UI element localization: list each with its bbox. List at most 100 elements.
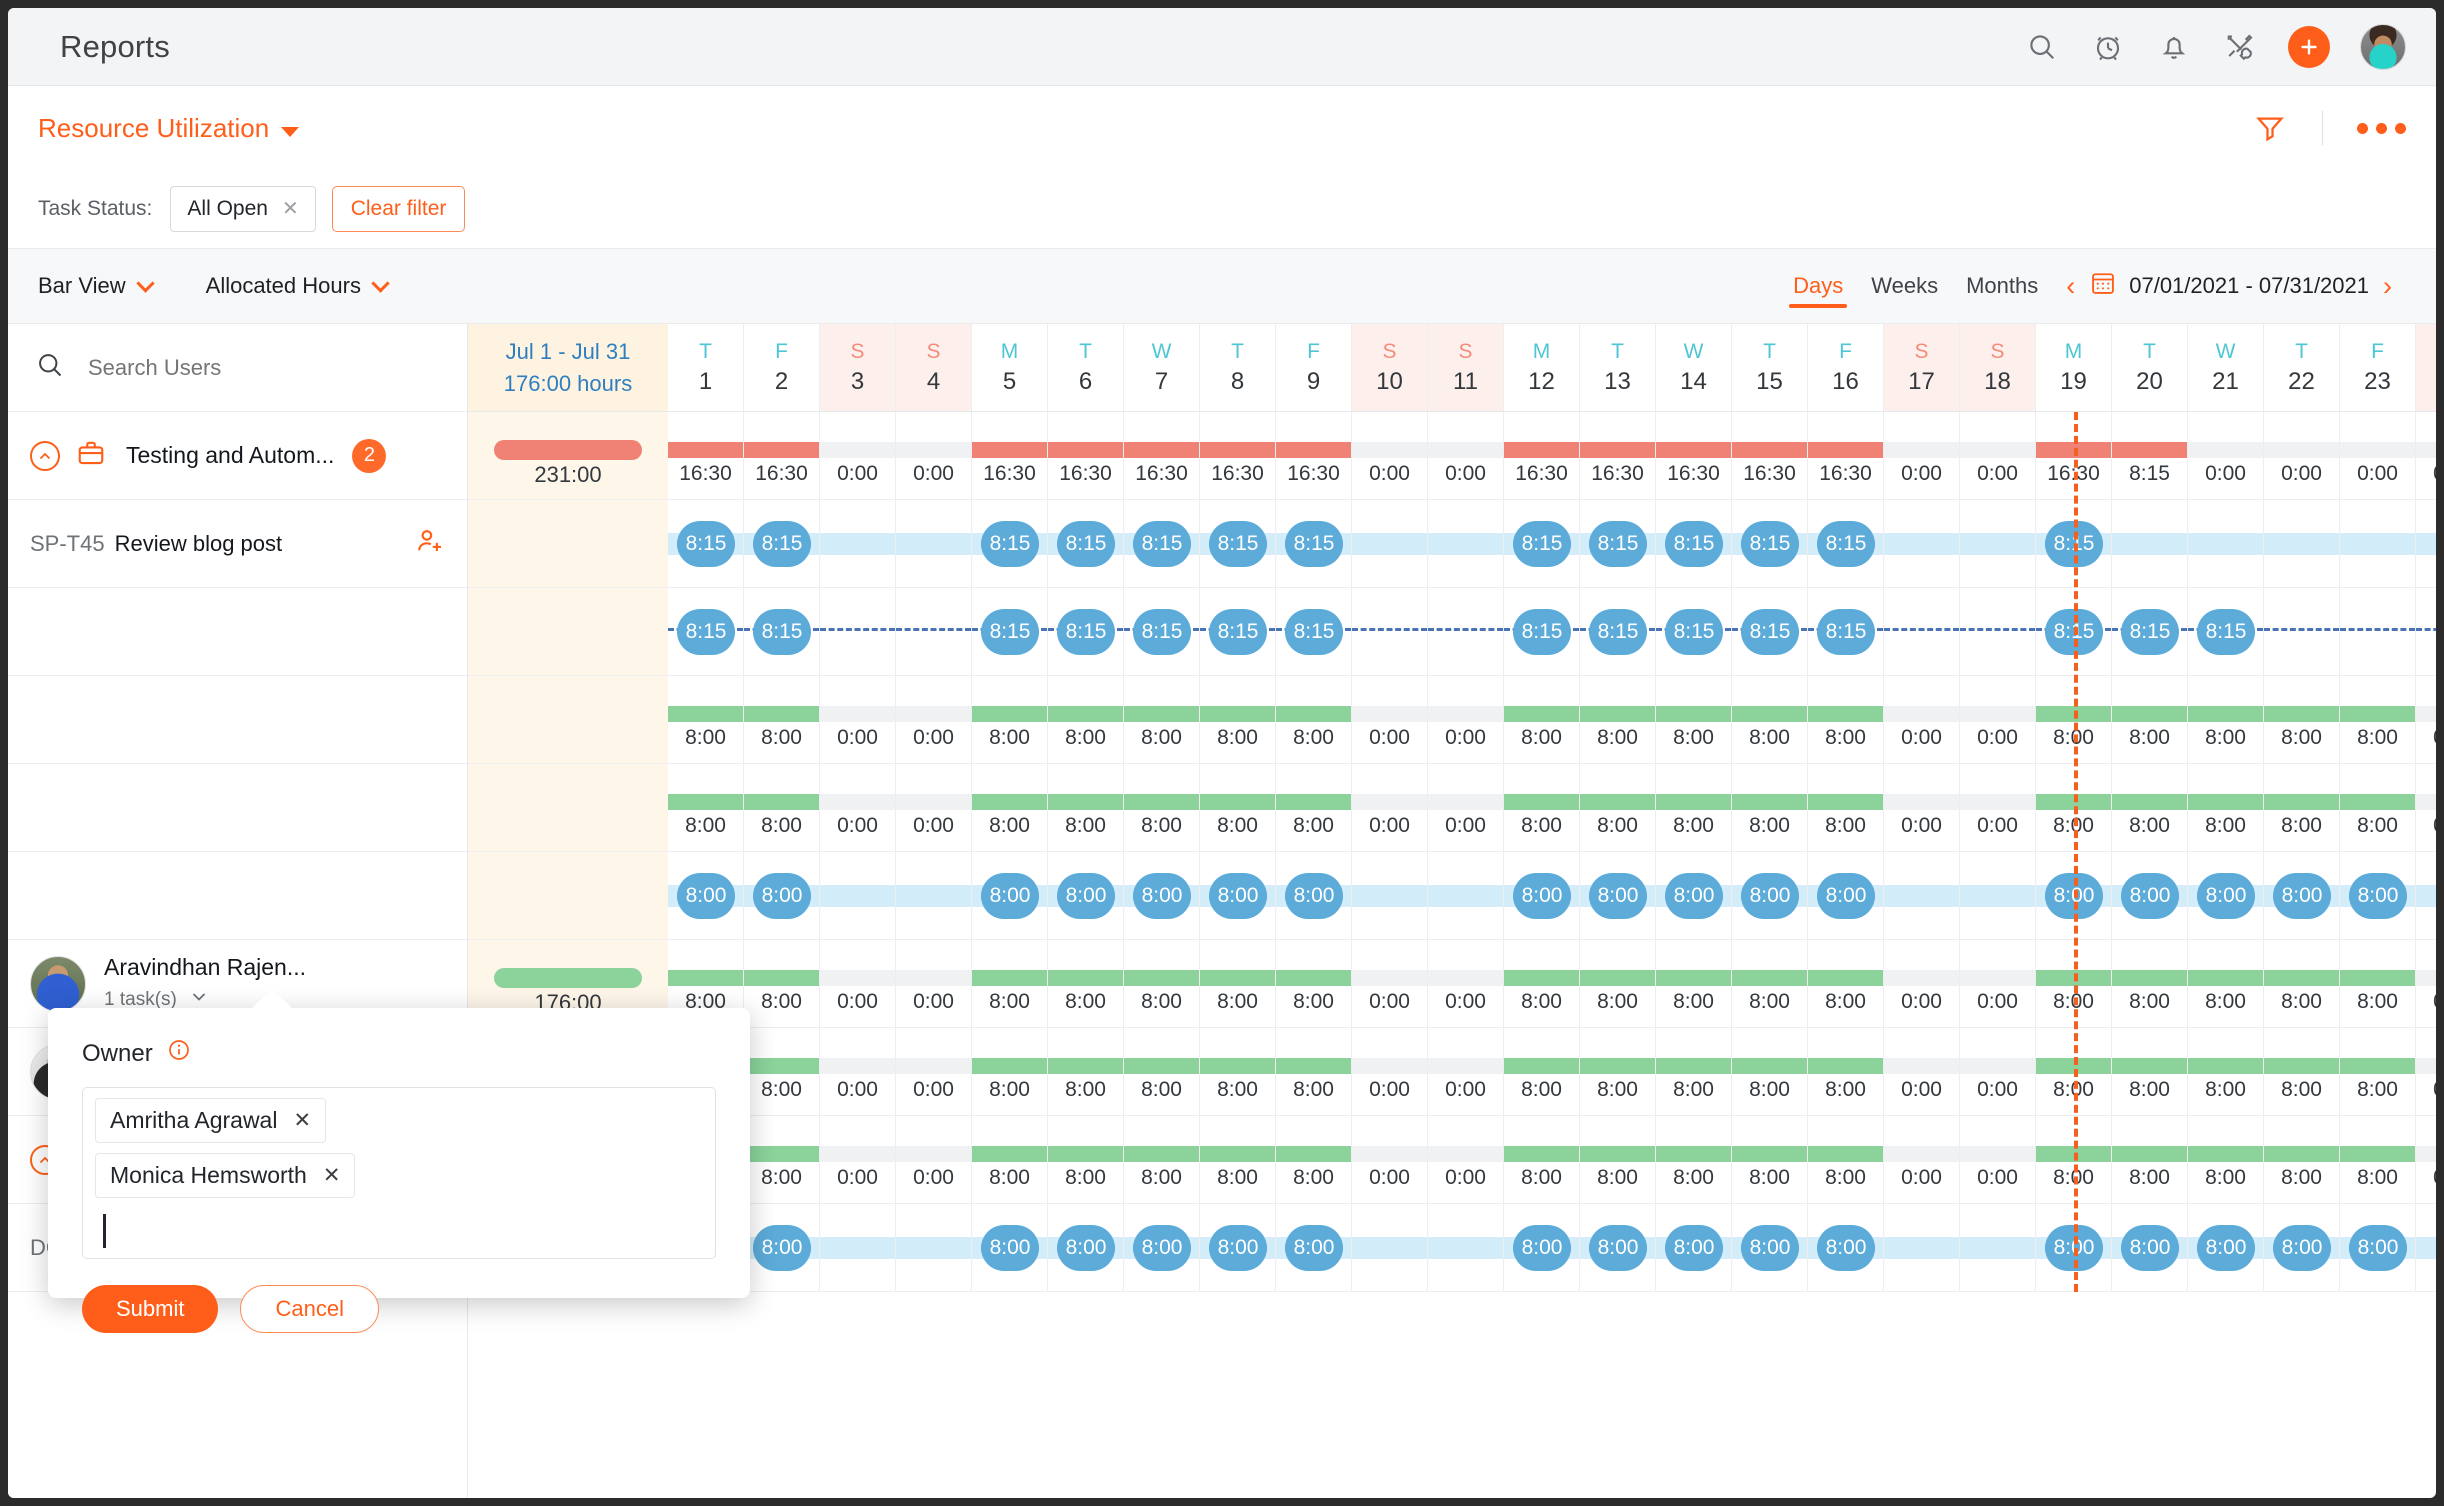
more-options-icon[interactable] bbox=[2357, 123, 2406, 134]
allocation-pill[interactable]: 8:00 bbox=[753, 1225, 811, 1271]
timeline-cell[interactable] bbox=[2188, 500, 2264, 587]
funnel-icon[interactable] bbox=[2252, 110, 2288, 146]
timeline-cell[interactable]: 8:15 bbox=[744, 588, 820, 675]
timeline-cell[interactable]: 8:00 bbox=[1276, 764, 1352, 851]
timeline-cell[interactable]: 8:15 bbox=[1200, 500, 1276, 587]
timeline-cell[interactable]: 8:00 bbox=[1124, 852, 1200, 939]
timeline-cell[interactable] bbox=[1884, 588, 1960, 675]
timeline-cell[interactable] bbox=[2112, 500, 2188, 587]
timeline-cell[interactable]: 16:30 bbox=[1580, 412, 1656, 499]
timeline-cell[interactable]: 0:00 bbox=[1428, 940, 1504, 1027]
timeline-cell[interactable]: 8:00 bbox=[1580, 940, 1656, 1027]
timeline-cell[interactable]: 0:00 bbox=[896, 412, 972, 499]
allocation-pill[interactable]: 8:00 bbox=[2121, 873, 2179, 919]
timeline-cell[interactable]: 0:00 bbox=[820, 676, 896, 763]
allocation-pill[interactable]: 8:00 bbox=[2273, 1225, 2331, 1271]
timeline-cell[interactable]: 16:30 bbox=[1276, 412, 1352, 499]
timeline-cell[interactable]: 0:00 bbox=[2416, 412, 2436, 499]
timeline-cell[interactable]: 8:00 bbox=[1808, 1204, 1884, 1291]
timeline-cell[interactable]: 8:00 bbox=[1276, 676, 1352, 763]
allocation-pill[interactable]: 8:00 bbox=[1513, 873, 1571, 919]
allocation-pill[interactable]: 8:15 bbox=[1057, 609, 1115, 655]
timeline-cell[interactable]: 8:00 bbox=[2264, 852, 2340, 939]
allocation-pill[interactable]: 8:00 bbox=[2197, 1225, 2255, 1271]
timeline-cell[interactable]: 0:00 bbox=[1352, 1116, 1428, 1203]
allocation-pill[interactable]: 8:15 bbox=[1209, 521, 1267, 567]
timeline-cell[interactable]: 8:15 bbox=[972, 500, 1048, 587]
allocation-pill[interactable]: 8:00 bbox=[1057, 873, 1115, 919]
timeline-cell[interactable]: 8:00 bbox=[1276, 1204, 1352, 1291]
timeline-cell[interactable]: 8:00 bbox=[1732, 1204, 1808, 1291]
timeline-cell[interactable]: 8:00 bbox=[1808, 1116, 1884, 1203]
timeline-cell[interactable]: 8:00 bbox=[1200, 852, 1276, 939]
timeline-cell[interactable] bbox=[2264, 588, 2340, 675]
timeline-cell[interactable]: 8:00 bbox=[744, 764, 820, 851]
timeline-cell[interactable]: 8:00 bbox=[1504, 1116, 1580, 1203]
timeline-cell[interactable]: 8:00 bbox=[1048, 764, 1124, 851]
timeline-cell[interactable] bbox=[820, 852, 896, 939]
timeline-cell[interactable]: 0:00 bbox=[1884, 1028, 1960, 1115]
timeline-cell[interactable]: 8:00 bbox=[2264, 676, 2340, 763]
allocation-pill[interactable]: 8:00 bbox=[1209, 1225, 1267, 1271]
timeline-cell[interactable]: 8:00 bbox=[1580, 764, 1656, 851]
timeline-cell[interactable]: 8:00 bbox=[1732, 1028, 1808, 1115]
timeline-cell[interactable]: 8:00 bbox=[744, 940, 820, 1027]
timeline-cell[interactable]: 8:00 bbox=[972, 676, 1048, 763]
timeline-cell[interactable]: 8:00 bbox=[972, 1116, 1048, 1203]
search-input[interactable] bbox=[86, 354, 386, 382]
timeline-cell[interactable] bbox=[2416, 852, 2436, 939]
timeline-cell[interactable]: 8:00 bbox=[1048, 1028, 1124, 1115]
timeline-cell[interactable]: 0:00 bbox=[2416, 676, 2436, 763]
timeline-cell[interactable]: 0:00 bbox=[1884, 764, 1960, 851]
timeline-cell[interactable]: 0:00 bbox=[1352, 940, 1428, 1027]
allocation-pill[interactable]: 8:15 bbox=[1817, 521, 1875, 567]
timeline-cell[interactable] bbox=[896, 588, 972, 675]
timeline-cell[interactable]: 8:00 bbox=[1732, 852, 1808, 939]
timeline-cell[interactable]: 8:00 bbox=[2112, 1116, 2188, 1203]
tab-weeks[interactable]: Weeks bbox=[1857, 258, 1952, 314]
timeline-cell[interactable]: 8:00 bbox=[1048, 1204, 1124, 1291]
timeline-cell[interactable]: 8:15 bbox=[1808, 588, 1884, 675]
allocation-pill[interactable]: 8:15 bbox=[1513, 609, 1571, 655]
timeline-cell[interactable]: 8:00 bbox=[1200, 1204, 1276, 1291]
timeline-cell[interactable] bbox=[2416, 500, 2436, 587]
timeline-cell[interactable]: 8:00 bbox=[1200, 764, 1276, 851]
timeline-cell[interactable]: 8:00 bbox=[2264, 1204, 2340, 1291]
timeline-cell[interactable]: 8:15 bbox=[2112, 412, 2188, 499]
allocation-pill[interactable]: 8:00 bbox=[2349, 1225, 2407, 1271]
timeline-cell[interactable] bbox=[2416, 1204, 2436, 1291]
timeline-cell[interactable]: 8:15 bbox=[1732, 588, 1808, 675]
timeline-cell[interactable]: 0:00 bbox=[1884, 1116, 1960, 1203]
owner-input-box[interactable]: Amritha Agrawal ✕ Monica Hemsworth ✕ bbox=[82, 1087, 716, 1259]
timeline-cell[interactable]: 8:15 bbox=[1656, 588, 1732, 675]
allocation-pill[interactable]: 8:00 bbox=[981, 1225, 1039, 1271]
timeline-cell[interactable]: 8:00 bbox=[1276, 852, 1352, 939]
timeline-cell[interactable]: 0:00 bbox=[1960, 676, 2036, 763]
allocation-pill[interactable]: 8:15 bbox=[1665, 609, 1723, 655]
timeline-cell[interactable]: 0:00 bbox=[1352, 764, 1428, 851]
timeline-cell[interactable]: 0:00 bbox=[820, 1116, 896, 1203]
timeline-cell[interactable]: 8:00 bbox=[1656, 764, 1732, 851]
timeline-cell[interactable] bbox=[820, 1204, 896, 1291]
allocation-pill[interactable]: 8:00 bbox=[1133, 873, 1191, 919]
add-owner-icon[interactable] bbox=[415, 526, 445, 561]
timeline-cell[interactable]: 8:00 bbox=[2340, 1204, 2416, 1291]
timeline-cell[interactable]: 8:00 bbox=[1732, 1116, 1808, 1203]
allocation-pill[interactable]: 8:15 bbox=[2197, 609, 2255, 655]
timeline-cell[interactable]: 8:15 bbox=[1276, 500, 1352, 587]
timeline-cell[interactable] bbox=[2340, 588, 2416, 675]
allocation-pill[interactable]: 8:00 bbox=[1589, 1225, 1647, 1271]
timeline-cell[interactable]: 8:15 bbox=[1580, 588, 1656, 675]
timeline-cell[interactable]: 8:15 bbox=[1200, 588, 1276, 675]
timeline-cell[interactable]: 16:30 bbox=[1732, 412, 1808, 499]
cancel-button[interactable]: Cancel bbox=[240, 1285, 378, 1333]
timeline-cell[interactable]: 8:00 bbox=[1808, 1028, 1884, 1115]
tab-days[interactable]: Days bbox=[1779, 258, 1857, 314]
timeline-cell[interactable]: 16:30 bbox=[1656, 412, 1732, 499]
timeline-cell[interactable]: 8:00 bbox=[972, 1028, 1048, 1115]
timeline-cell[interactable] bbox=[896, 852, 972, 939]
timeline-cell[interactable]: 8:00 bbox=[1656, 940, 1732, 1027]
allocation-pill[interactable]: 8:00 bbox=[1285, 873, 1343, 919]
timeline-cell[interactable]: 8:00 bbox=[1808, 764, 1884, 851]
timeline-cell[interactable]: 8:00 bbox=[1276, 940, 1352, 1027]
